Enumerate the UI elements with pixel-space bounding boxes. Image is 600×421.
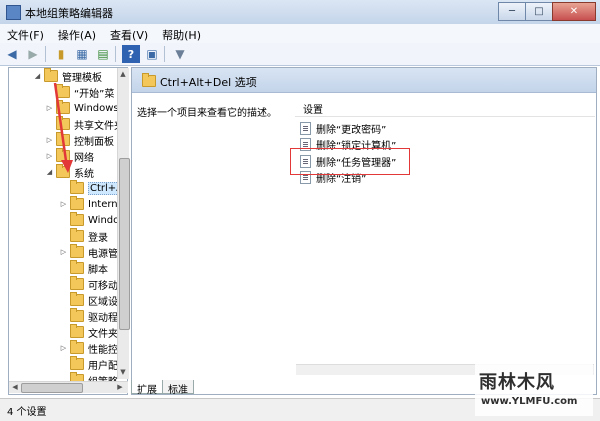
- tree-item-user-profiles[interactable]: 用户配: [59, 356, 118, 372]
- tree-item-admin-templates[interactable]: ◢ 管理模板: [33, 68, 102, 84]
- scroll-up-icon[interactable]: ▲: [118, 69, 128, 79]
- folder-icon: [70, 292, 84, 306]
- window-title: 本地组策略编辑器: [25, 7, 113, 20]
- policy-setting-icon: [300, 121, 311, 135]
- folder-icon: [70, 260, 84, 274]
- folder-icon: [70, 356, 84, 370]
- tree-item-performance[interactable]: ▷ 性能控: [59, 340, 118, 356]
- folder-icon: [44, 68, 58, 82]
- expand-arrow-icon[interactable]: ▷: [45, 104, 54, 112]
- expand-arrow-icon[interactable]: ▷: [59, 248, 68, 256]
- tree-item-system[interactable]: ◢ 系统: [45, 164, 94, 180]
- properties-icon[interactable]: ▣: [143, 45, 161, 63]
- toolbar-separator: [115, 46, 116, 62]
- watermark-title: 雨林木风: [479, 372, 555, 393]
- tree-item-locale[interactable]: 区域设: [59, 292, 118, 308]
- tree-item-removable[interactable]: 可移动: [59, 276, 118, 292]
- menu-bar: 文件(F) 操作(A) 查看(V) 帮助(H): [0, 24, 600, 44]
- tree-item-control-panel[interactable]: ▷ 控制面板: [45, 132, 114, 148]
- forward-icon[interactable]: ▶: [24, 45, 42, 63]
- tree-item-logon[interactable]: 登录: [59, 228, 108, 244]
- details-header-title: Ctrl+Alt+Del 选项: [160, 76, 257, 89]
- scroll-down-icon[interactable]: ▼: [118, 367, 128, 377]
- tree-item-start-menu[interactable]: “开始”菜: [45, 84, 114, 100]
- details-header: Ctrl+Alt+Del 选项: [132, 68, 596, 93]
- expand-arrow-icon[interactable]: ◢: [45, 168, 54, 176]
- folder-icon: [56, 132, 70, 146]
- folder-icon: [70, 324, 84, 338]
- column-header-setting[interactable]: 设置: [295, 98, 595, 117]
- details-pane: Ctrl+Alt+Del 选项 选择一个项目来查看它的描述。 设置 删除“更改密…: [131, 67, 597, 395]
- setting-remove-change-password[interactable]: 删除“更改密码”: [300, 120, 386, 136]
- tab-extended[interactable]: 扩展: [131, 380, 163, 396]
- menu-file[interactable]: 文件(F): [0, 24, 51, 43]
- toolbar: ◀ ▶ ▮ ▦ ▤ ? ▣ ▼: [0, 43, 600, 66]
- tab-standard[interactable]: 标准: [162, 380, 194, 396]
- show-hide-tree-icon[interactable]: ▦: [73, 45, 91, 63]
- tree-item-windows[interactable]: ▷ Windows: [45, 100, 119, 116]
- expand-arrow-icon[interactable]: ▷: [59, 344, 68, 352]
- folder-icon: [70, 212, 84, 226]
- watermark-url: www.YLMFU.com: [481, 396, 578, 407]
- tree-item-ctrl-alt-del[interactable]: Ctrl+A: [59, 180, 126, 196]
- folder-icon: [56, 100, 70, 114]
- folder-icon: [70, 196, 84, 210]
- tree-item-internet[interactable]: ▷ Intern: [59, 196, 118, 212]
- menu-view[interactable]: 查看(V): [103, 24, 155, 43]
- tree-item-power[interactable]: ▷ 电源管: [59, 244, 118, 260]
- watermark-logo: 雨林木风 www.YLMFU.com: [475, 364, 593, 416]
- app-icon: [6, 5, 21, 20]
- expand-arrow-icon[interactable]: ▷: [59, 200, 68, 208]
- folder-icon: [142, 73, 156, 87]
- filter-icon[interactable]: ▼: [171, 45, 189, 63]
- description-text: 选择一个项目来查看它的描述。: [137, 108, 277, 119]
- title-bar: 本地组策略编辑器 ─ □ ✕: [0, 0, 600, 25]
- scrollbar-thumb[interactable]: [21, 383, 83, 393]
- export-icon[interactable]: ▤: [94, 45, 112, 63]
- maximize-button[interactable]: □: [525, 2, 553, 21]
- folder-icon: [70, 276, 84, 290]
- tree-item-windows-sub[interactable]: Windo: [59, 212, 119, 228]
- folder-icon: [56, 116, 70, 130]
- scroll-right-icon[interactable]: ▶: [115, 382, 125, 392]
- tree-item-scripts[interactable]: 脚本: [59, 260, 108, 276]
- up-folder-icon[interactable]: ▮: [52, 45, 70, 63]
- expand-arrow-icon[interactable]: ▷: [45, 136, 54, 144]
- tree-item-folder-redirect[interactable]: 文件夹: [59, 324, 118, 340]
- expand-arrow-icon[interactable]: ◢: [33, 72, 42, 80]
- back-icon[interactable]: ◀: [3, 45, 21, 63]
- folder-icon: [70, 180, 84, 194]
- view-tabs: 扩展 标准: [131, 380, 194, 396]
- tree-vertical-scrollbar[interactable]: ▲ ▼: [117, 68, 130, 379]
- close-button[interactable]: ✕: [552, 2, 596, 21]
- toolbar-separator: [164, 46, 165, 62]
- tree-item-shared-folders[interactable]: 共享文件夹: [45, 116, 124, 132]
- folder-icon: [70, 340, 84, 354]
- tree-item-drivers[interactable]: 驱动程: [59, 308, 118, 324]
- expand-arrow-icon[interactable]: ▷: [45, 152, 54, 160]
- menu-action[interactable]: 操作(A): [51, 24, 103, 43]
- folder-icon: [70, 308, 84, 322]
- minimize-button[interactable]: ─: [498, 2, 526, 21]
- folder-icon: [56, 164, 70, 178]
- scrollbar-thumb[interactable]: [119, 158, 130, 330]
- toolbar-separator: [45, 46, 46, 62]
- scroll-left-icon[interactable]: ◀: [10, 382, 20, 392]
- menu-help[interactable]: 帮助(H): [155, 24, 208, 43]
- folder-icon: [56, 148, 70, 162]
- folder-icon: [70, 244, 84, 258]
- tree-pane[interactable]: ◢ 管理模板 “开始”菜 ▷ Windows 共享文件夹 ▷ 控制面板 ▷ 网络…: [8, 67, 128, 395]
- tree-horizontal-scrollbar[interactable]: ◀ ▶: [9, 381, 128, 393]
- folder-icon: [56, 84, 70, 98]
- folder-icon: [70, 228, 84, 242]
- help-icon[interactable]: ?: [122, 45, 140, 63]
- window-controls: ─ □ ✕: [498, 2, 596, 21]
- annotation-highlight-box: [290, 148, 410, 175]
- status-text: 4 个设置: [7, 407, 47, 418]
- tree-item-network[interactable]: ▷ 网络: [45, 148, 94, 164]
